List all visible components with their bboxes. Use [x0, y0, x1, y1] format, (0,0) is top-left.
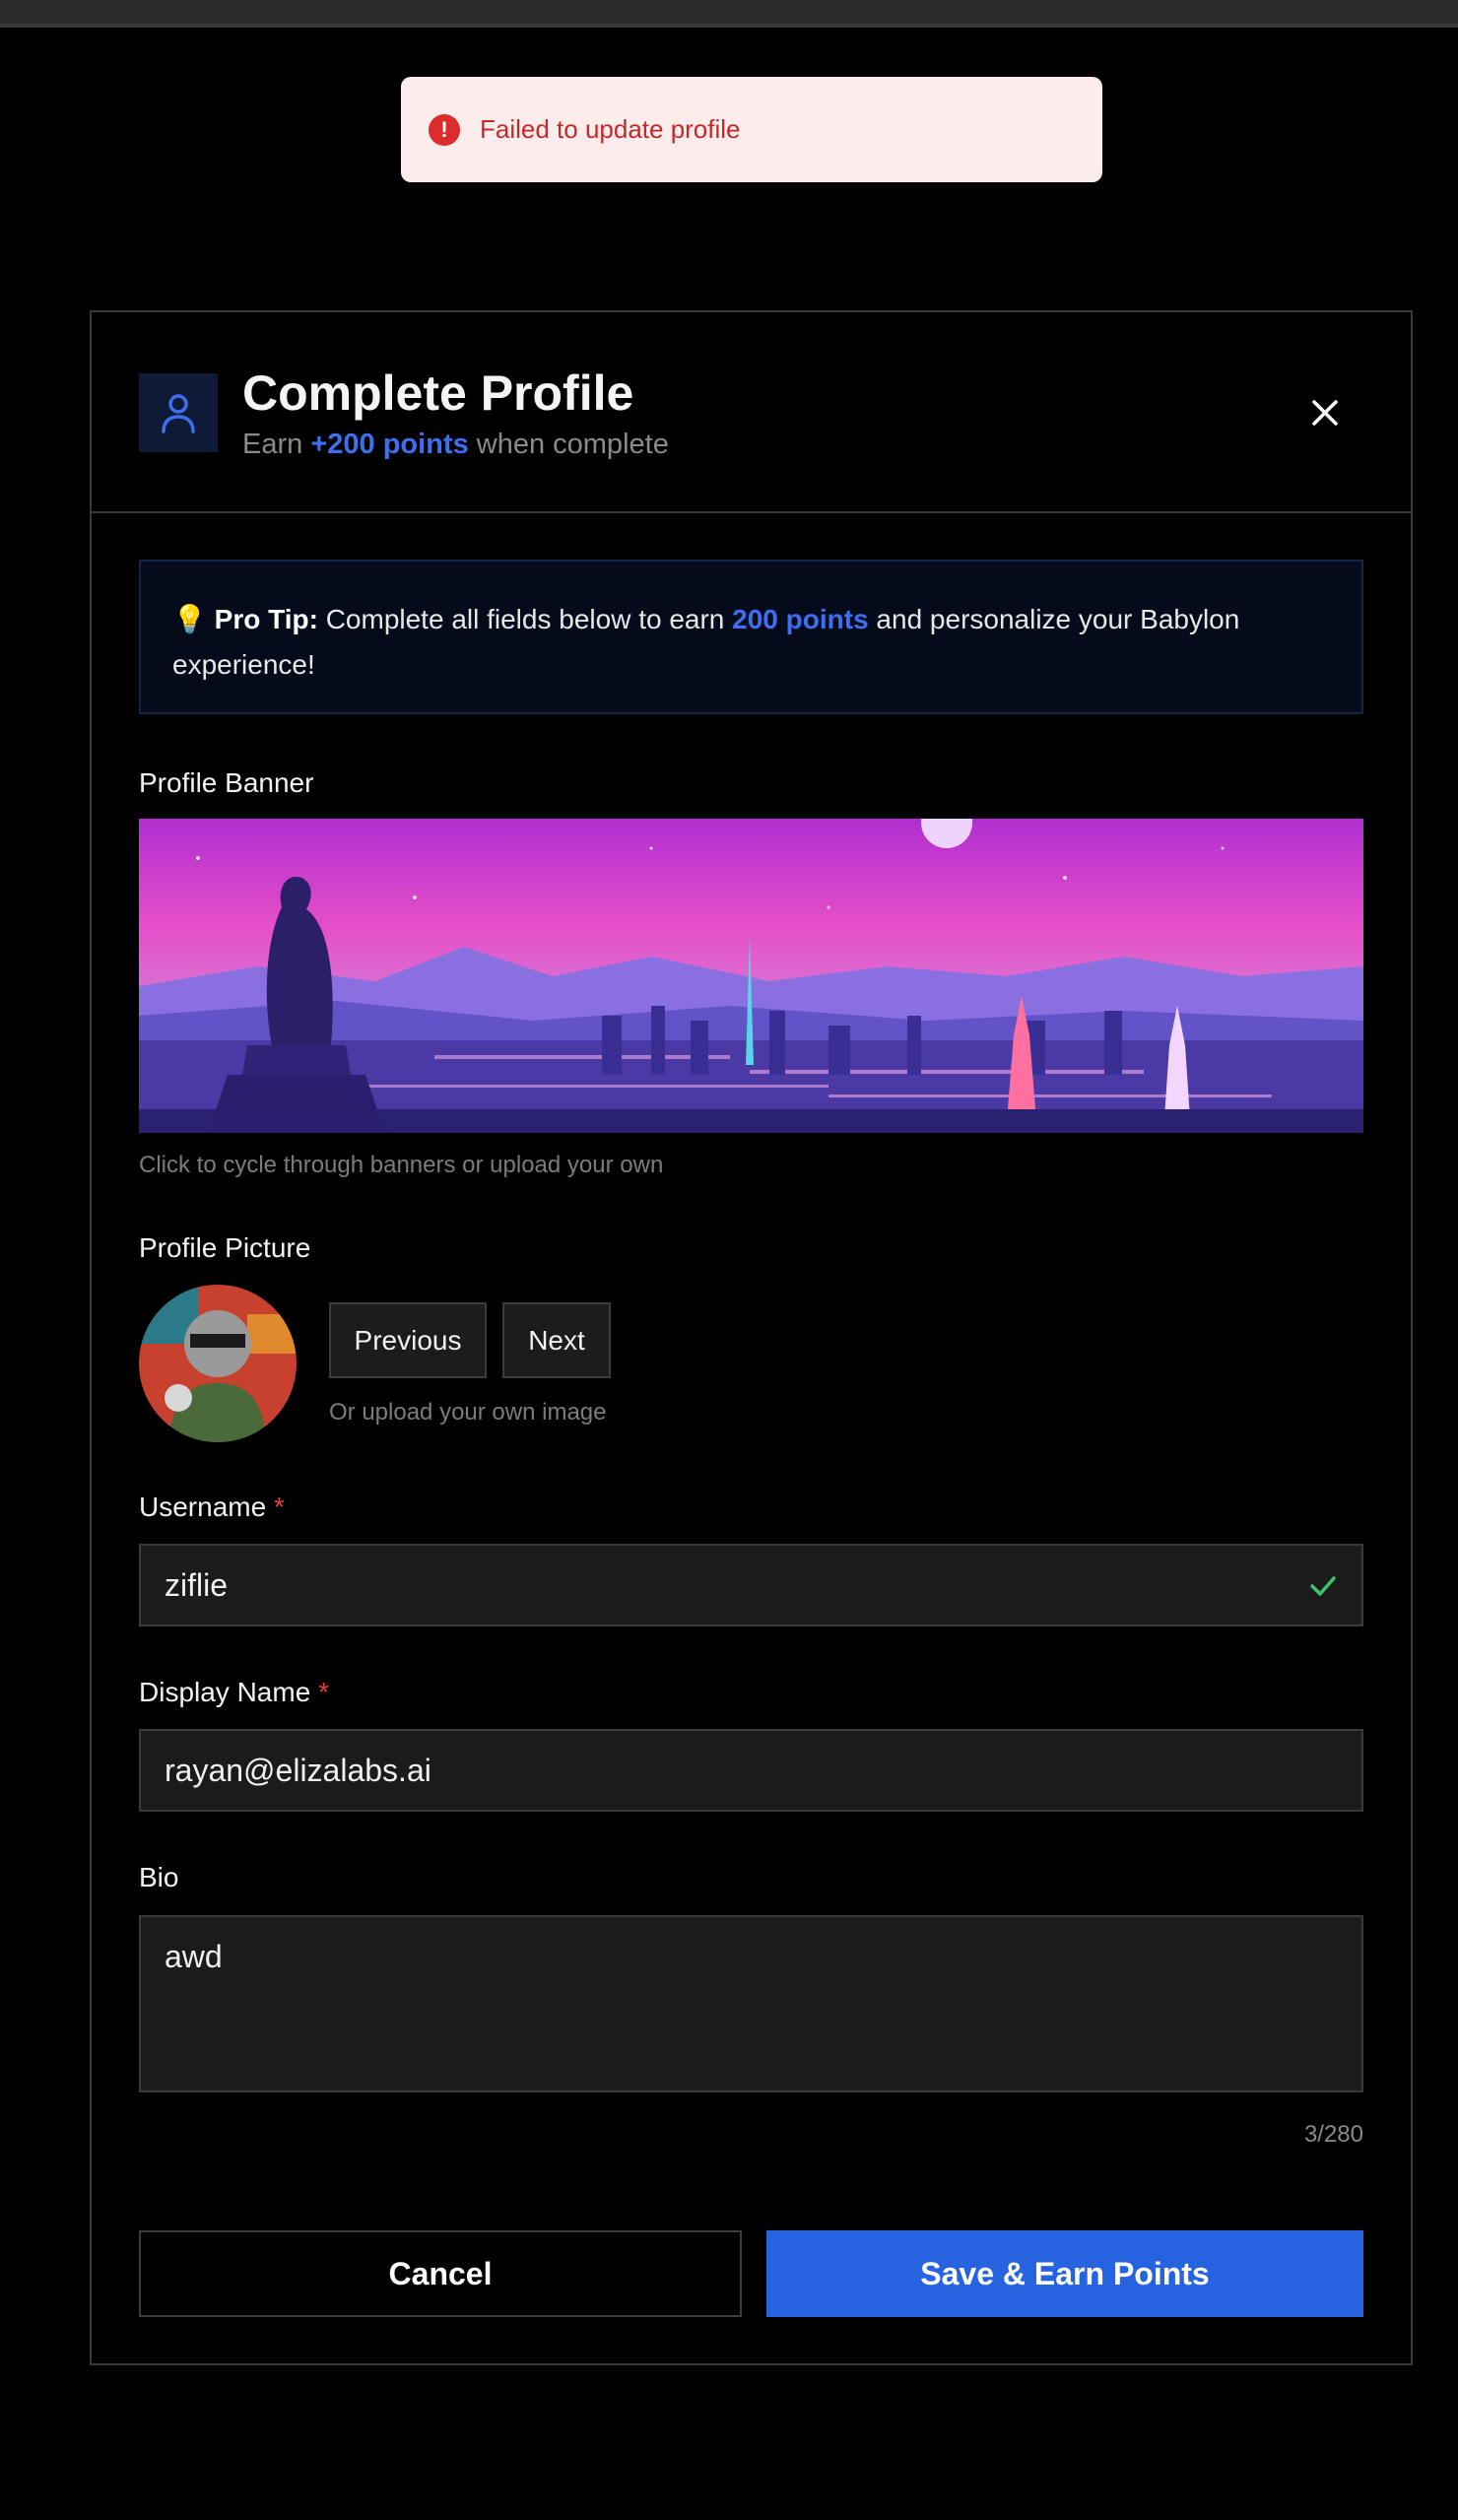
user-icon	[139, 373, 218, 452]
picture-label: Profile Picture	[139, 1232, 311, 1263]
pro-tip-text: Complete all fields below to earn	[325, 604, 725, 634]
picture-hint: Or upload your own image	[329, 1399, 607, 1426]
modal-title: Complete Profile	[242, 365, 634, 421]
required-marker: *	[318, 1677, 329, 1707]
cancel-button[interactable]: Cancel	[139, 2230, 742, 2317]
toast-message: Failed to update profile	[480, 114, 741, 144]
username-value: ziflie	[165, 1566, 229, 1603]
username-label: Username *	[139, 1492, 285, 1523]
next-avatar-button[interactable]: Next	[502, 1302, 611, 1378]
profile-banner-image[interactable]	[139, 819, 1363, 1133]
pro-tip-label: Pro Tip:	[214, 604, 318, 634]
bio-label: Bio	[139, 1862, 179, 1892]
bio-char-counter: 3/280	[1303, 2121, 1363, 2148]
complete-profile-modal: Complete Profile Earn +200 points when c…	[90, 310, 1413, 2365]
modal-header: Complete Profile Earn +200 points when c…	[92, 312, 1411, 513]
error-icon: !	[429, 113, 460, 146]
required-marker: *	[273, 1492, 285, 1522]
username-input[interactable]: ziflie	[139, 1544, 1363, 1626]
modal-subtitle: Earn +200 points when complete	[242, 429, 669, 461]
banner-label: Profile Banner	[139, 767, 314, 798]
display-name-label: Display Name *	[139, 1677, 329, 1708]
display-name-value: rayan@elizalabs.ai	[165, 1752, 431, 1788]
bio-value: awd	[165, 1939, 223, 1974]
save-earn-points-button[interactable]: Save & Earn Points	[766, 2230, 1363, 2317]
display-name-label-text: Display Name	[139, 1677, 311, 1707]
subtitle-suffix: when complete	[476, 429, 669, 460]
bio-textarea[interactable]: awd	[139, 1915, 1363, 2092]
checkmark-icon	[1310, 1576, 1336, 1596]
subtitle-points: +200 points	[310, 429, 469, 460]
username-label-text: Username	[139, 1492, 267, 1522]
subtitle-prefix: Earn	[242, 429, 303, 460]
banner-hint: Click to cycle through banners or upload…	[139, 1152, 664, 1178]
previous-avatar-button[interactable]: Previous	[329, 1302, 487, 1378]
error-toast: ! Failed to update profile	[401, 77, 1102, 182]
display-name-input[interactable]: rayan@elizalabs.ai	[139, 1729, 1363, 1812]
close-icon	[1312, 400, 1338, 426]
close-button[interactable]	[1303, 391, 1347, 434]
pro-tip-box: 💡 Pro Tip: Complete all fields below to …	[139, 560, 1363, 714]
avatar[interactable]	[139, 1285, 297, 1442]
pro-tip-points: 200 points	[732, 604, 869, 634]
browser-top-bar	[0, 0, 1458, 28]
lightbulb-icon: 💡	[172, 604, 207, 634]
